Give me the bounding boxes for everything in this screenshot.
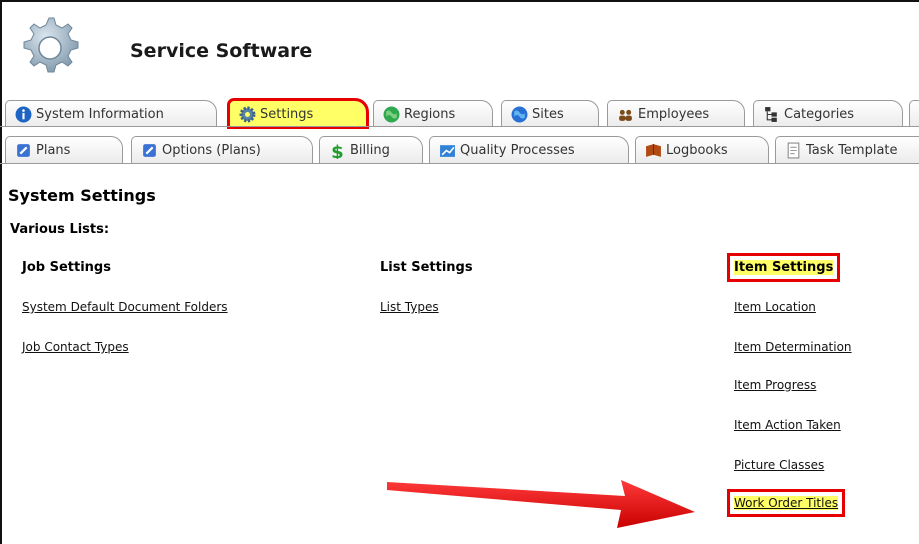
app-title: Service Software: [130, 40, 313, 62]
tab-label: Settings: [260, 106, 314, 122]
svg-text:$: $: [331, 142, 344, 159]
tab-label: System Information: [36, 106, 164, 122]
globe-icon: [511, 106, 528, 123]
item-settings-heading: Item Settings: [726, 253, 841, 282]
tab-sites[interactable]: Sites: [501, 100, 599, 127]
link-work-order-titles[interactable]: Work Order Titles: [726, 489, 846, 517]
chart-icon: [440, 145, 455, 157]
tab-row-divider: [0, 163, 919, 164]
gear-icon: [239, 106, 256, 123]
tab-label: Regions: [404, 106, 456, 122]
link-job-contact-types[interactable]: Job Contact Types: [22, 340, 129, 354]
info-icon: [15, 106, 32, 123]
globe-icon: [383, 106, 400, 123]
link-picture-classes[interactable]: Picture Classes: [734, 458, 824, 472]
dollar-icon: $: [331, 142, 344, 159]
callout-arrow-icon: [387, 480, 695, 528]
tab-system-information[interactable]: System Information: [5, 100, 217, 127]
tab-task-template[interactable]: Task Template: [775, 136, 919, 163]
tab-overflow[interactable]: [909, 100, 919, 127]
tab-label: Employees: [638, 106, 710, 122]
tab-employees[interactable]: Employees: [607, 100, 745, 127]
tab-row-divider: [0, 126, 919, 127]
hierarchy-icon: [765, 107, 777, 122]
list-settings-heading: List Settings: [380, 260, 473, 275]
tab-label: Sites: [532, 106, 564, 122]
link-item-progress[interactable]: Item Progress: [734, 378, 816, 392]
link-item-location[interactable]: Item Location: [734, 300, 816, 314]
gear-logo-icon: [23, 17, 79, 73]
people-icon: [619, 109, 632, 121]
document-icon: [787, 142, 800, 159]
book-icon: [646, 144, 661, 157]
tab-label: Quality Processes: [460, 142, 575, 158]
tab-settings[interactable]: Settings: [227, 98, 369, 129]
tab-label: Billing: [350, 142, 390, 158]
tab-label: Categories: [784, 106, 855, 122]
link-system-default-document-folders[interactable]: System Default Document Folders: [22, 300, 228, 314]
tab-regions[interactable]: Regions: [373, 100, 493, 127]
link-list-types[interactable]: List Types: [380, 300, 439, 314]
page-title: System Settings: [8, 186, 156, 205]
tab-options-plans[interactable]: Options (Plans): [131, 136, 313, 163]
tab-label: Task Template: [806, 142, 898, 158]
tab-quality-processes[interactable]: Quality Processes: [429, 136, 629, 163]
plan-icon: [143, 144, 156, 157]
tab-label: Options (Plans): [162, 142, 261, 158]
job-settings-heading: Job Settings: [22, 260, 111, 275]
tab-label: Plans: [36, 142, 71, 158]
section-subtitle: Various Lists:: [10, 222, 110, 237]
link-item-action-taken[interactable]: Item Action Taken: [734, 418, 841, 432]
tab-billing[interactable]: $ Billing: [319, 136, 423, 163]
plan-icon: [17, 144, 30, 157]
tab-label: Logbooks: [666, 142, 728, 158]
link-item-determination[interactable]: Item Determination: [734, 340, 852, 354]
tab-plans[interactable]: Plans: [5, 136, 123, 163]
tab-logbooks[interactable]: Logbooks: [635, 136, 769, 163]
tab-categories[interactable]: Categories: [753, 100, 903, 127]
